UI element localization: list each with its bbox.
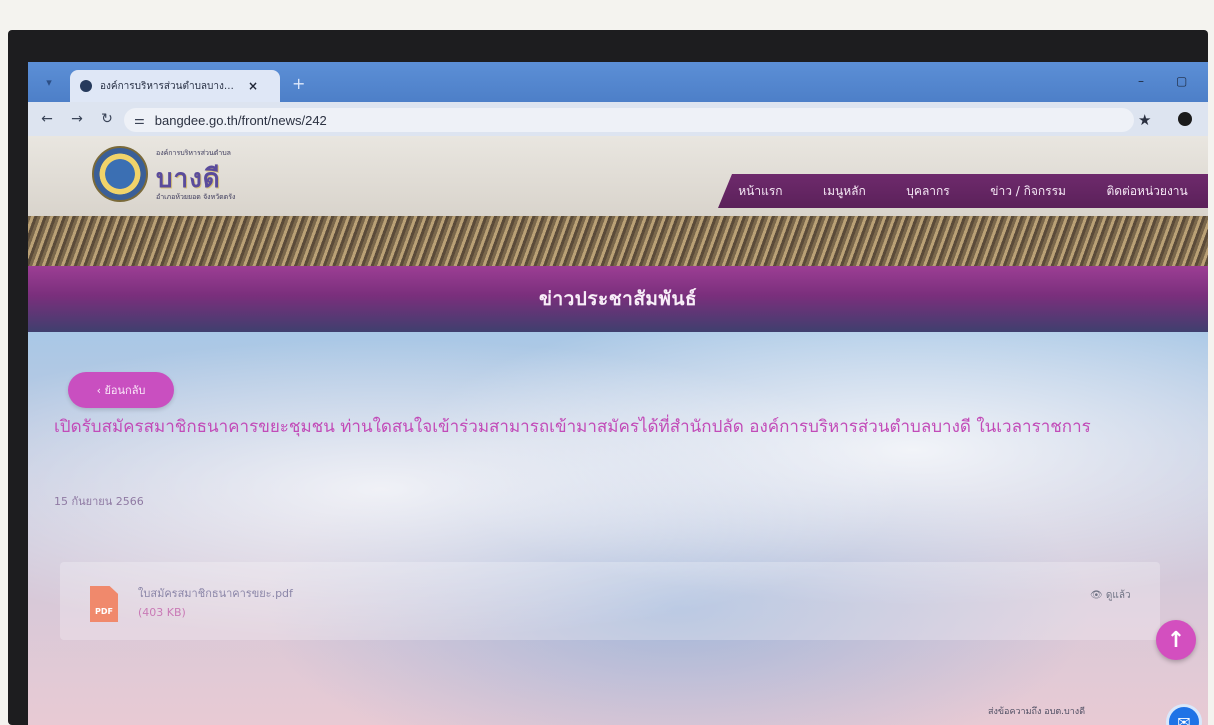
site-settings-icon[interactable]: ⚌: [134, 113, 145, 127]
new-tab-button[interactable]: +: [292, 74, 305, 93]
nav-item-main-menu[interactable]: เมนูหลัก: [823, 182, 866, 201]
scroll-top-button[interactable]: ↑: [1156, 620, 1196, 660]
maximize-button[interactable]: ▢: [1176, 74, 1187, 88]
bookmark-star-icon[interactable]: ★: [1138, 111, 1151, 129]
back-button[interactable]: ‹ ย้อนกลับ: [68, 372, 174, 408]
banner-image: [28, 216, 1208, 266]
views-count: 👁 ดูแล้ว: [1090, 590, 1131, 601]
url-text: bangdee.go.th/front/news/242: [154, 112, 327, 128]
forward-icon[interactable]: →: [66, 111, 88, 127]
messenger-chat-icon[interactable]: ✉: [1166, 704, 1202, 725]
tab-title: องค์การบริหารส่วนตำบลบางดี 150 ...: [100, 80, 240, 92]
title-band: ข่าวประชาสัมพันธ์: [28, 266, 1208, 332]
nav-item-news[interactable]: ข่าว / กิจกรรม: [990, 182, 1066, 201]
profile-avatar[interactable]: [1178, 112, 1192, 126]
browser-tab-bar: ▾ องค์การบริหารส่วนตำบลบางดี 150 ... × +…: [28, 62, 1208, 102]
screen: ▾ องค์การบริหารส่วนตำบลบางดี 150 ... × +…: [28, 62, 1208, 725]
attachment-link[interactable]: ใบสมัครสมาชิกธนาคารขยะ.pdf: [138, 584, 293, 602]
attachment-card: PDF ใบสมัครสมาชิกธนาคารขยะ.pdf (403 KB) …: [60, 562, 1160, 640]
nav-item-personnel[interactable]: บุคลากร: [906, 182, 949, 201]
news-headline: เปิดรับสมัครสมาชิกธนาคารขยะชุมชน ท่านใดส…: [54, 417, 1091, 437]
back-icon[interactable]: ←: [36, 111, 58, 127]
address-bar: ← → ↻ ⚌ bangdee.go.th/front/news/242: [28, 102, 1208, 136]
pdf-icon[interactable]: PDF: [90, 586, 118, 622]
minimize-button[interactable]: –: [1138, 74, 1144, 88]
close-icon[interactable]: ×: [248, 79, 258, 93]
logo-seal-icon[interactable]: [92, 146, 148, 202]
main-nav: หน้าแรก เมนูหลัก บุคลากร ข่าว / กิจกรรม …: [718, 174, 1208, 208]
news-date: 15 กันยายน 2566: [54, 495, 144, 508]
site-header: องค์การบริหารส่วนตำบล บางดี อำเภอห้วยยอด…: [28, 136, 1208, 216]
chat-prompt: ส่งข้อความถึง อบต.บางดี: [988, 707, 1086, 717]
browser-tab[interactable]: องค์การบริหารส่วนตำบลบางดี 150 ... ×: [70, 70, 280, 102]
page-title: ข่าวประชาสัมพันธ์: [538, 288, 698, 310]
attachment-size: (403 KB): [138, 606, 186, 619]
logo-location: อำเภอห้วยยอด จังหวัดตรัง: [156, 193, 236, 201]
tab-search-icon[interactable]: ▾: [42, 76, 56, 90]
news-content: ‹ ย้อนกลับ เปิดรับสมัครสมาชิกธนาคารขยะชุ…: [28, 332, 1208, 725]
nav-item-contact[interactable]: ติดต่อหน่วยงาน: [1106, 182, 1187, 201]
reload-icon[interactable]: ↻: [96, 111, 118, 127]
favicon-icon: [80, 80, 92, 92]
url-input[interactable]: ⚌ bangdee.go.th/front/news/242: [124, 108, 1134, 132]
nav-item-home[interactable]: หน้าแรก: [738, 182, 782, 201]
